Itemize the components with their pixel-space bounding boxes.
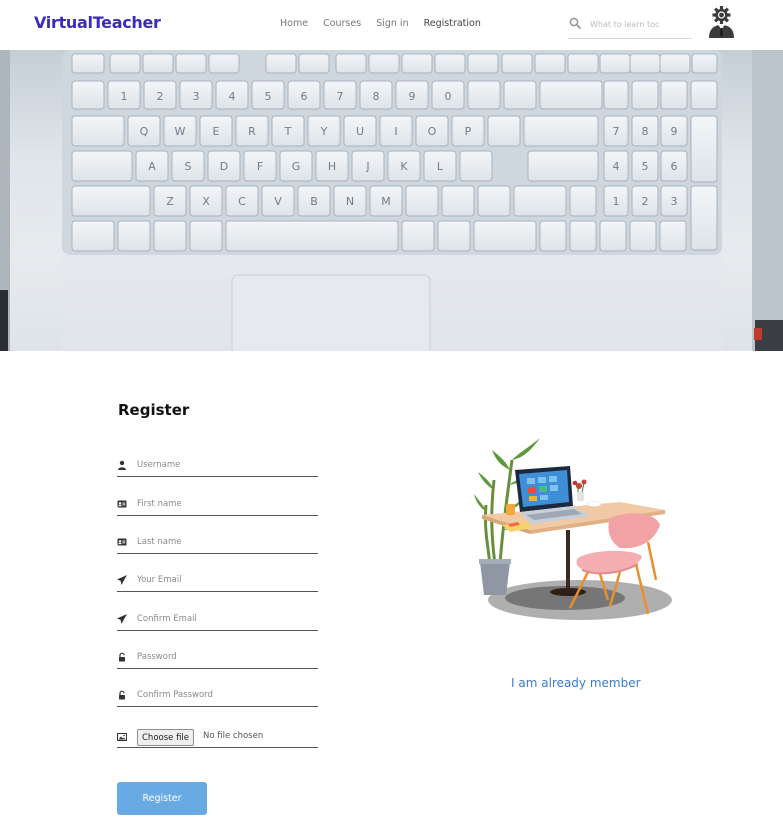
svg-text:7: 7 [337, 90, 344, 103]
svg-text:2: 2 [157, 90, 164, 103]
svg-text:Z: Z [166, 195, 174, 208]
nav-link-registration[interactable]: Registration [424, 18, 481, 29]
username-field [117, 457, 318, 477]
search-input[interactable] [590, 16, 690, 32]
svg-text:H: H [328, 160, 336, 173]
svg-text:X: X [202, 195, 210, 208]
paper-plane-icon [117, 575, 127, 585]
email-field [117, 572, 318, 592]
svg-text:U: U [356, 125, 364, 138]
search-icon [569, 17, 581, 29]
svg-text:1: 1 [121, 90, 128, 103]
confirm-password-input[interactable] [137, 687, 317, 703]
svg-text:7: 7 [613, 125, 620, 138]
navbar: VirtualTeacher Home Courses Sign in Regi… [0, 0, 783, 50]
svg-text:W: W [175, 125, 186, 138]
confirm-email-input[interactable] [137, 611, 317, 627]
svg-text:C: C [238, 195, 246, 208]
svg-text:M: M [381, 195, 391, 208]
nav-link-courses[interactable]: Courses [323, 18, 361, 29]
svg-text:G: G [292, 160, 301, 173]
file-status-text: No file chosen [203, 731, 264, 741]
last-name-field [117, 534, 318, 554]
svg-text:J: J [365, 160, 369, 173]
choose-file-button[interactable]: Choose file [137, 729, 195, 746]
image-icon [117, 733, 127, 741]
nav-link-home[interactable]: Home [280, 18, 308, 29]
brand-logo[interactable]: VirtualTeacher [34, 13, 161, 32]
svg-text:8: 8 [373, 90, 380, 103]
svg-text:R: R [248, 125, 256, 138]
desk-with-laptop-illustration [474, 438, 672, 620]
svg-text:5: 5 [265, 90, 272, 103]
already-member-link[interactable]: I am already member [511, 676, 641, 690]
svg-text:0: 0 [445, 90, 452, 103]
user-icon [118, 460, 126, 470]
nav-link-sign-in[interactable]: Sign in [376, 18, 408, 29]
user-settings-icon[interactable] [705, 5, 738, 38]
confirm-email-field [117, 611, 318, 631]
register-button[interactable]: Register [117, 782, 207, 815]
svg-text:9: 9 [671, 125, 678, 138]
svg-text:9: 9 [409, 90, 416, 103]
svg-text:5: 5 [642, 160, 649, 173]
svg-text:1: 1 [613, 195, 620, 208]
svg-text:6: 6 [671, 160, 678, 173]
username-input[interactable] [137, 457, 317, 473]
svg-text:6: 6 [301, 90, 308, 103]
svg-text:3: 3 [671, 195, 678, 208]
confirm-password-field [117, 687, 318, 707]
svg-text:4: 4 [229, 90, 236, 103]
first-name-input[interactable] [137, 496, 317, 512]
svg-text:P: P [465, 125, 472, 138]
svg-text:N: N [346, 195, 354, 208]
svg-text:O: O [428, 125, 437, 138]
svg-text:L: L [437, 160, 444, 173]
svg-text:D: D [220, 160, 228, 173]
hero-banner: 123 456 789 0 QWE RTY UIO P ASD FGH JKL … [0, 50, 783, 351]
svg-text:Y: Y [320, 125, 328, 138]
svg-text:I: I [394, 125, 397, 138]
id-card-icon [117, 500, 127, 508]
svg-text:T: T [284, 125, 292, 138]
lock-icon [119, 652, 125, 662]
id-card-icon [117, 538, 127, 546]
paper-plane-icon [117, 614, 127, 624]
svg-text:S: S [185, 160, 192, 173]
last-name-input[interactable] [137, 534, 317, 550]
svg-text:2: 2 [642, 195, 649, 208]
svg-text:B: B [310, 195, 318, 208]
svg-text:K: K [400, 160, 408, 173]
svg-text:V: V [274, 195, 282, 208]
first-name-field [117, 496, 318, 516]
svg-text:F: F [257, 160, 263, 173]
password-input[interactable] [137, 649, 317, 665]
svg-text:3: 3 [193, 90, 200, 103]
svg-text:8: 8 [642, 125, 649, 138]
svg-text:4: 4 [613, 160, 620, 173]
form-title: Register [118, 401, 190, 419]
svg-text:Q: Q [140, 125, 149, 138]
photo-upload-field: Choose file No file chosen [117, 729, 318, 748]
nav-links: Home Courses Sign in Registration [280, 18, 496, 29]
search-bar [568, 14, 692, 39]
laptop-keyboard-photo: 123 456 789 0 QWE RTY UIO P ASD FGH JKL … [0, 50, 783, 351]
email-input[interactable] [137, 572, 317, 588]
svg-text:A: A [148, 160, 156, 173]
password-field [117, 649, 318, 669]
svg-text:E: E [213, 125, 220, 138]
lock-icon [119, 690, 125, 700]
